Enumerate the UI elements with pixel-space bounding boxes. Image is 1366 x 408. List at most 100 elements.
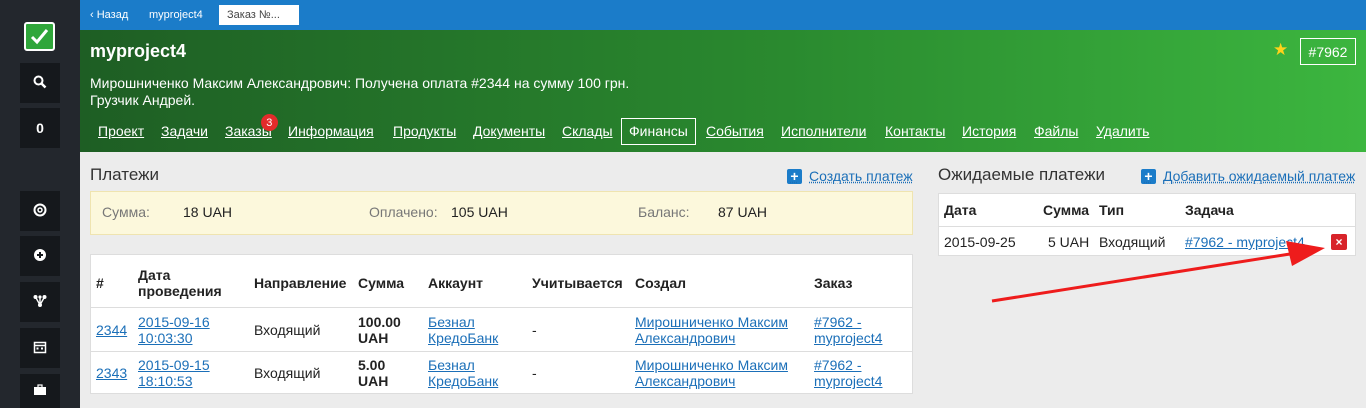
row-divider [939, 226, 1355, 227]
payment-account-bank: КредоБанк [428, 330, 499, 346]
tab-events[interactable]: События [706, 123, 764, 139]
col-order: Заказ [814, 275, 853, 291]
payment-order-project: myproject4 [814, 330, 883, 346]
project-header: myproject4 Мирошниченко Максим Александр… [80, 30, 1366, 152]
tab-finances[interactable]: Финансы [621, 118, 696, 145]
payment-date: 2015-09-16 [138, 314, 210, 330]
col-expected-task: Задача [1185, 202, 1234, 218]
tab-files[interactable]: Файлы [1034, 123, 1078, 139]
row-divider [91, 307, 912, 308]
briefcase-icon [33, 383, 47, 400]
col-num: # [96, 275, 104, 291]
payment-creator-name: Мирошниченко Максим [635, 357, 788, 373]
payment-order-id: #7962 - [814, 314, 862, 330]
app-logo[interactable] [24, 22, 55, 51]
expected-payments-table: Дата Сумма Тип Задача 2015-09-25 5 UAH В… [938, 193, 1356, 256]
search-icon [33, 75, 47, 92]
col-counted: Учитывается [532, 275, 623, 291]
balance-value: 87 UAH [718, 204, 768, 220]
payments-summary: Сумма: 18 UAH Оплачено: 105 UAH Баланс: … [90, 191, 913, 235]
breadcrumb: ‹ Назад myproject4 Заказ №... [80, 0, 1366, 30]
tab-orders[interactable]: Заказы 3 [225, 114, 278, 139]
breadcrumb-project[interactable]: myproject4 [149, 9, 203, 21]
col-date-line2: проведения [138, 283, 222, 299]
payment-creator-name: Мирошниченко Максим [635, 314, 788, 330]
payment-creator-link[interactable]: Мирошниченко Максим Александрович [635, 314, 788, 346]
support-button[interactable] [20, 191, 60, 231]
close-icon: × [1335, 235, 1343, 249]
calendar-icon [33, 340, 47, 357]
tab-warehouses[interactable]: Склады [562, 123, 613, 139]
payment-num-link[interactable]: 2344 [96, 322, 127, 338]
payment-direction: Входящий [254, 365, 321, 381]
payment-num-link[interactable]: 2343 [96, 365, 127, 381]
paid-label: Оплачено: [369, 204, 438, 220]
payment-time: 10:03:30 [138, 330, 193, 346]
add-expected-payment-button[interactable]: + Добавить ожидаемый платеж [1141, 168, 1355, 184]
payment-account-type: Безнал [428, 314, 475, 330]
tab-delete[interactable]: Удалить [1096, 123, 1149, 139]
payment-order-project: myproject4 [814, 373, 883, 389]
paid-value: 105 UAH [451, 204, 508, 220]
col-amount: Сумма [358, 275, 405, 291]
counter-button[interactable]: 0 [20, 108, 60, 148]
tab-history[interactable]: История [962, 123, 1016, 139]
payment-amount-currency: UAH [358, 373, 389, 389]
col-account: Аккаунт [428, 275, 484, 291]
tab-info[interactable]: Информация [288, 123, 374, 139]
expected-amount: 5 UAH [1048, 234, 1090, 250]
lifebuoy-icon [33, 203, 47, 220]
add-button[interactable] [20, 236, 60, 276]
payment-account-bank: КредоБанк [428, 373, 499, 389]
plus-icon: + [787, 168, 802, 184]
tab-documents[interactable]: Документы [473, 123, 545, 139]
structure-button[interactable] [20, 282, 60, 322]
payment-order-link[interactable]: #7962 - myproject4 [814, 357, 882, 389]
delete-expected-payment-button[interactable]: × [1331, 234, 1347, 250]
add-expected-payment-label: Добавить ожидаемый платеж [1163, 168, 1356, 184]
col-direction: Направление [254, 275, 347, 291]
breadcrumb-current[interactable]: Заказ №... [219, 5, 299, 25]
star-icon[interactable]: ★ [1273, 40, 1288, 60]
payment-order-id: #7962 - [814, 357, 862, 373]
expected-payments-title: Ожидаемые платежи [938, 165, 1105, 184]
payment-counted: - [532, 322, 537, 338]
payment-date-link[interactable]: 2015-09-15 18:10:53 [138, 357, 210, 389]
calendar-button[interactable] [20, 328, 60, 368]
create-payment-label: Создать платеж [809, 168, 913, 184]
expected-type: Входящий [1099, 234, 1166, 250]
portfolio-button[interactable] [20, 374, 60, 408]
tab-executors[interactable]: Исполнители [781, 123, 866, 139]
col-expected-amount: Сумма [1043, 202, 1090, 218]
payment-order-link[interactable]: #7962 - myproject4 [814, 314, 882, 346]
payment-creator-patronymic: Александрович [635, 373, 736, 389]
payment-amount: 5.00 UAH [358, 357, 388, 389]
payment-account-link[interactable]: Безнал КредоБанк [428, 314, 498, 346]
tab-products[interactable]: Продукты [393, 123, 456, 139]
project-description: Мирошниченко Максим Александрович: Получ… [90, 75, 630, 91]
back-link[interactable]: ‹ Назад [90, 9, 128, 21]
create-payment-button[interactable]: + Создать платеж [787, 168, 913, 184]
tab-project[interactable]: Проект [98, 123, 144, 139]
payment-counted: - [532, 365, 537, 381]
col-expected-date: Дата [944, 202, 977, 218]
payment-date-link[interactable]: 2015-09-16 10:03:30 [138, 314, 210, 346]
col-creator: Создал [635, 275, 687, 291]
payment-amount-value: 5.00 [358, 357, 386, 373]
payment-creator-link[interactable]: Мирошниченко Максим Александрович [635, 357, 788, 389]
col-expected-type: Тип [1099, 202, 1125, 218]
payments-table: # Дата проведения Направление Сумма Акка… [90, 254, 913, 394]
plus-circle-icon [33, 248, 47, 265]
sitemap-icon [33, 294, 47, 311]
tab-tasks[interactable]: Задачи [161, 123, 208, 139]
payment-account-link[interactable]: Безнал КредоБанк [428, 357, 498, 389]
expected-task-link[interactable]: #7962 - myproject4 [1185, 234, 1305, 250]
counter-value: 0 [36, 120, 44, 136]
search-button[interactable] [20, 63, 60, 103]
payments-title: Платежи [90, 165, 159, 184]
col-date-line1: Дата [138, 267, 171, 283]
payment-amount: 100.00 UAH [358, 314, 401, 346]
tab-contacts[interactable]: Контакты [885, 123, 945, 139]
expected-date: 2015-09-25 [944, 234, 1016, 250]
order-id-badge[interactable]: #7962 [1300, 38, 1356, 65]
